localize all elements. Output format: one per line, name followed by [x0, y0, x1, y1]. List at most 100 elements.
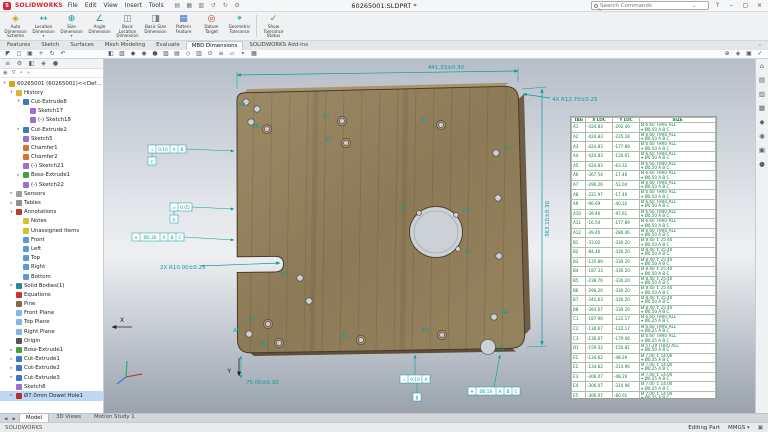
tab-surfaces[interactable]: Surfaces [65, 41, 98, 50]
rotate-view-icon[interactable]: ↻ [48, 50, 56, 58]
capture-3d-view-icon[interactable]: ▣ [745, 50, 753, 58]
chevron-right-icon[interactable]: » [27, 70, 30, 76]
hole-table[interactable]: TAG X LOC Y LOC SIZE A1-424.83-292.46Ø 6… [570, 116, 717, 399]
tree-item-unassigned-items[interactable]: Unassigned Items [0, 226, 103, 235]
part-body[interactable] [237, 83, 531, 357]
tree-item-right-plane[interactable]: Right Plane [0, 327, 103, 336]
tree-item-boss-extrude1[interactable]: ▸Boss-Extrude1 [0, 345, 103, 354]
tree-item-sketch8[interactable]: Sketch8 [0, 382, 103, 391]
expand-arrow-icon[interactable]: ▸ [9, 283, 14, 288]
close-button[interactable]: × [754, 1, 765, 11]
expand-arrow-icon[interactable]: ▸ [9, 366, 14, 371]
expand-arrow-icon[interactable]: ▸ [9, 393, 14, 398]
tree-item-sketch22[interactable]: (-) Sketch22 [0, 180, 103, 189]
expand-arrow-icon[interactable]: ▾ [9, 210, 14, 215]
tree-item-sketch21[interactable]: (-) Sketch21 [0, 162, 103, 171]
expand-arrow-icon[interactable]: ▾ [9, 90, 14, 95]
expand-arrow-icon[interactable]: ▸ [16, 127, 21, 132]
hole-table-row-a11[interactable]: A11-16.54-177.89Ø 6.60 THRU ALL⌖ Ø0.50 A… [572, 219, 716, 229]
hole-table-row-e2[interactable]: E2-134.62-314.96Ø 7.00 ↧ 14.00⌖ Ø0.25 A … [572, 363, 716, 373]
tree-item-pine[interactable]: Pine [0, 300, 103, 309]
hole-table-row-a3[interactable]: A3-424.83-177.89Ø 6.60 THRU ALL⌖ Ø0.50 A… [572, 142, 716, 152]
maximize-button[interactable]: ▢ [740, 1, 751, 11]
hole-table-row-a12[interactable]: A12-39.40-280.46Ø 6.60 THRU ALL⌖ Ø0.50 A… [572, 228, 716, 238]
hole-table-row-b4[interactable]: B4-187.33-330.20Ø 8.40 ↧ 25.40⌖ Ø0.50 A … [572, 267, 716, 277]
tree-item-cut-extrude3[interactable]: ▸Cut-Extrude3 [0, 373, 103, 382]
dim-corner-radius[interactable]: 4X R12.70±0.25 [552, 97, 598, 103]
datum-flag-c[interactable]: C [148, 157, 156, 166]
dim-width[interactable]: 441.33±0.30 [428, 65, 465, 71]
ribbon-basic-location-dimension-button[interactable]: ◫Basic Location Dimension▾ [114, 13, 141, 39]
hole-table-row-a4[interactable]: A4-424.83-120.61Ø 6.60 THRU ALL⌖ Ø0.50 A… [572, 152, 716, 162]
gdt-frame-flatness[interactable]: ▱ 0.05 [170, 203, 192, 211]
tree-item-tables[interactable]: ▸Tables [0, 198, 103, 207]
shadows-icon[interactable]: ▥ [195, 50, 203, 58]
hole-table-row-e4[interactable]: E4-306.07-314.96Ø 7.00 ↧ 14.00⌖ Ø0.25 A … [572, 382, 716, 392]
tree-item-top[interactable]: Top [0, 254, 103, 263]
zoom-area-icon[interactable]: ▣ [26, 50, 34, 58]
expand-arrow-icon[interactable]: ▸ [9, 375, 14, 380]
dynamic-annotation-views-icon[interactable]: ◈ [734, 50, 742, 58]
tree-item-history[interactable]: ▾History [0, 88, 103, 97]
minimize-button[interactable]: – [726, 1, 737, 11]
tree-item-sensors[interactable]: ▸Sensors [0, 189, 103, 198]
ribbon-size-dimension-button[interactable]: ⊕Size Dimension▾ [58, 13, 85, 39]
print-icon[interactable]: ▥ [197, 1, 206, 10]
display-style-icon[interactable]: ◆ [129, 50, 137, 58]
gdt-frame-perp-bottom[interactable]: ⊥ 0.10 A [400, 375, 430, 383]
gdt-frame-position-bottom[interactable]: ⌖ Ø0.50 A B C [468, 387, 520, 395]
planes-visibility-icon[interactable]: ▱ [228, 50, 236, 58]
custom-properties-tag-icon[interactable]: ▣ [758, 425, 763, 431]
help-button[interactable]: ? [712, 1, 723, 11]
menu-file[interactable]: File [67, 2, 79, 9]
tree-item-sketch5[interactable]: Sketch5 [0, 134, 103, 143]
hole-table-row-d1[interactable]: D1-159.32-150.81Ø 57.20 THRU ALL⌖ Ø0.50 … [572, 343, 716, 353]
hole-table-row-a6[interactable]: A6-367.54-17.46Ø 6.60 THRU ALL⌖ Ø0.50 A … [572, 171, 716, 181]
tree-item-chamfer1[interactable]: Chamfer1 [0, 143, 103, 152]
dim-height[interactable]: 363.10±0.30 [545, 200, 551, 237]
graphics-viewport[interactable]: 441.33±0.30 363.10±0.30 4X R12.70±0.25 2… [104, 59, 755, 413]
tab-sketch[interactable]: Sketch [36, 41, 64, 50]
menu-insert[interactable]: Insert [124, 2, 143, 9]
units-selector[interactable]: MMGS ▾ [728, 425, 750, 431]
hole-table-row-a8[interactable]: A8-221.97-17.46Ø 6.60 THRU ALL⌖ Ø0.50 A … [572, 190, 716, 200]
hole-table-row-b1[interactable]: B1-33.02-330.20Ø 8.40 ↧ 25.40⌖ Ø0.50 A B… [572, 238, 716, 248]
tolerance-status-icon[interactable]: ✓ [756, 50, 764, 58]
search-input[interactable] [600, 3, 690, 9]
tree-item-boss-extrude1[interactable]: ▸Boss-Extrude1 [0, 171, 103, 180]
ribbon-geometric-tolerance-button[interactable]: ⌖Geometric Tolerance [226, 13, 253, 39]
tab-mbd-dimensions[interactable]: MBD Dimensions [186, 41, 244, 50]
eye-icon[interactable]: ◉ [3, 70, 8, 76]
hole-table-row-c1[interactable]: C1-187.96-122.17Ø 6.60 THRU ALL⌖ Ø0.25 A… [572, 315, 716, 325]
expand-arrow-icon[interactable]: ▾ [2, 81, 7, 86]
hole-table-row-a9[interactable]: A9-96.69-40.32Ø 6.60 THRU ALL⌖ Ø0.50 A B… [572, 200, 716, 210]
previous-view-icon[interactable]: ↶ [59, 50, 67, 58]
hole-table-row-b5[interactable]: B5-238.76-330.20Ø 8.40 ↧ 25.40⌖ Ø0.50 A … [572, 276, 716, 286]
menu-view[interactable]: View [102, 2, 118, 9]
scene-icon[interactable]: ◉ [758, 132, 767, 141]
model-tab-3d-views[interactable]: 3D Views [50, 413, 87, 422]
edit-appearance-icon[interactable]: ● [151, 50, 159, 58]
featuremanager-tab-icon[interactable]: ≡ [3, 60, 12, 67]
search-dropdown-icon[interactable]: ⌄ [692, 3, 696, 9]
tab-evaluate[interactable]: Evaluate [151, 41, 185, 50]
menu-edit[interactable]: Edit [84, 2, 98, 9]
save-icon[interactable]: ▦ [185, 1, 194, 10]
pan-icon[interactable]: + [37, 50, 45, 58]
3d-pmi-compare-icon[interactable]: ⊕ [723, 50, 731, 58]
tree-item-bottom[interactable]: Bottom [0, 272, 103, 281]
tree-item-top-plane[interactable]: Top Plane [0, 318, 103, 327]
zoom-fit-icon[interactable]: ◻ [15, 50, 23, 58]
ribbon-datum-target-button[interactable]: ◎Datum Target [198, 13, 225, 39]
tab-mesh-modeling[interactable]: Mesh Modeling [100, 41, 150, 50]
tree-item-equations[interactable]: Equations [0, 290, 103, 299]
model-tab-model[interactable]: Model [19, 413, 49, 422]
hole-table-row-b8[interactable]: B8-393.07-330.20Ø 8.40 ↧ 25.40⌖ Ø0.50 A … [572, 305, 716, 315]
annotation-visibility-icon[interactable]: ≡ [217, 50, 225, 58]
command-search[interactable]: ⌄ [591, 1, 709, 10]
configurationmanager-tab-icon[interactable]: ◧ [27, 60, 36, 67]
perspective-icon[interactable]: ◇ [184, 50, 192, 58]
tree-item-cut-extrude1[interactable]: ▸Cut-Extrude1 [0, 355, 103, 364]
apply-scene-icon[interactable]: ▨ [162, 50, 170, 58]
tree-item-cut-extrude2[interactable]: ▸Cut-Extrude2 [0, 364, 103, 373]
